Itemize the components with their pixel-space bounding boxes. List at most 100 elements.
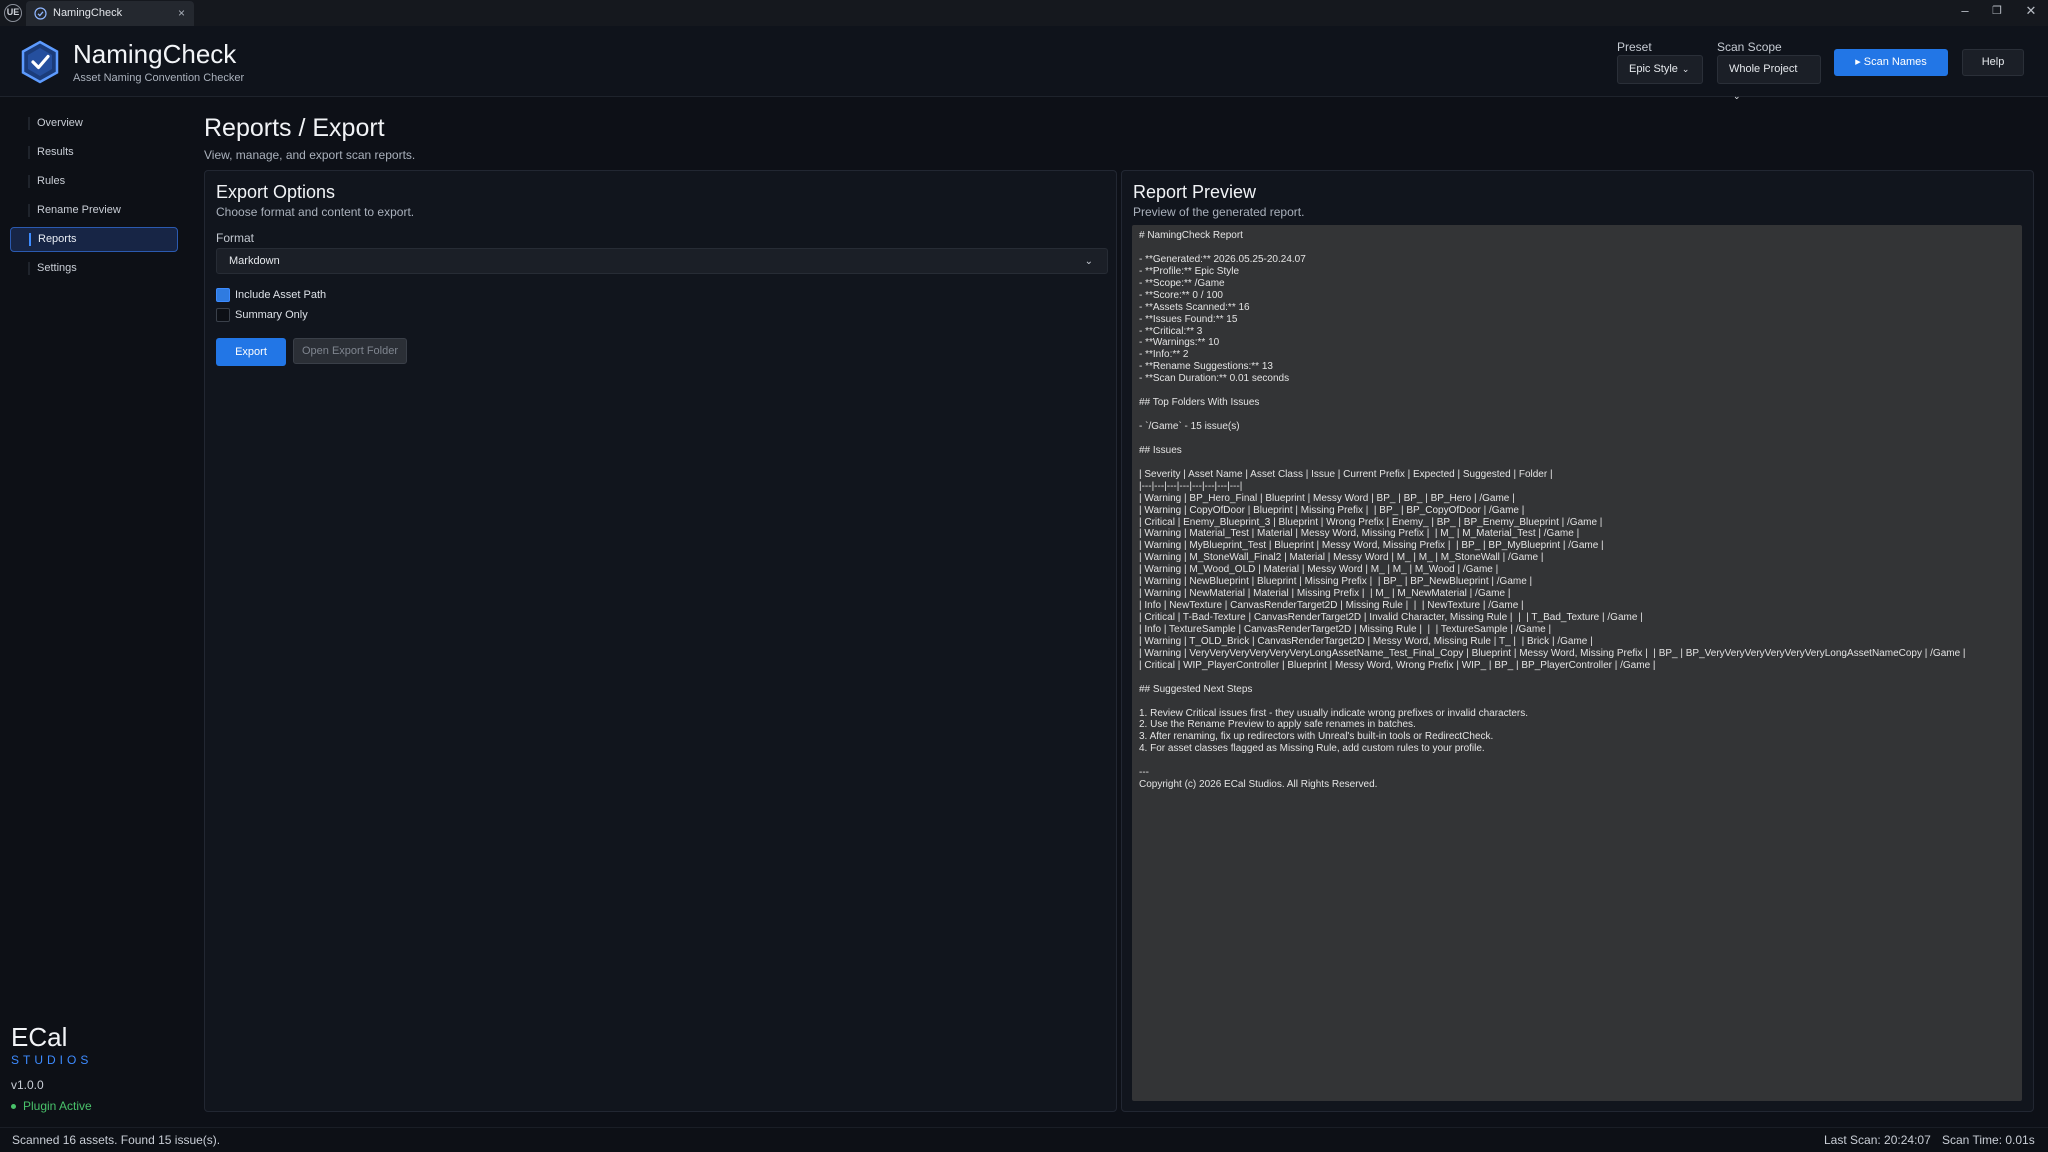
export-options-title: Export Options	[216, 182, 336, 202]
include-asset-path-label: Include Asset Path	[235, 289, 327, 301]
report-line: # NamingCheck Report	[1139, 230, 1243, 241]
page-title: Reports / Export	[204, 114, 385, 142]
report-line: - **Rename Suggestions:** 13	[1139, 361, 1273, 373]
report-line: | Warning | M_StoneWall_Final2 | Materia…	[1139, 552, 1544, 564]
report-line	[1139, 385, 2015, 397]
report-line: - **Issues Found:** 15	[1139, 313, 1238, 325]
scan-scope-value: Whole Project	[1729, 63, 1798, 75]
chevron-down-icon: ⌄	[1733, 91, 1741, 101]
report-line: | Warning | MyBlueprint_Test | Blueprint…	[1139, 540, 1604, 552]
scan-names-button[interactable]: ▸ Scan Names	[1834, 49, 1948, 76]
page-subtitle: View, manage, and export scan reports.	[204, 148, 416, 162]
report-line: | Warning | BP_Hero_Final | Blueprint | …	[1139, 492, 1515, 504]
sidebar-item-overview[interactable]: Overview	[10, 111, 178, 136]
report-line: | Info | NewTexture | CanvasRenderTarget…	[1139, 600, 1524, 612]
report-line: | Critical | WIP_PlayerController | Blue…	[1139, 659, 1656, 671]
report-line: 2. Use the Rename Preview to apply safe …	[1139, 719, 1416, 731]
app-header: NamingCheck Asset Naming Convention Chec…	[0, 26, 2048, 101]
report-line: - **Scope:** /Game	[1139, 277, 1225, 289]
report-line	[1139, 433, 2015, 445]
plugin-version: v1.0.0	[11, 1078, 44, 1092]
brand-name: ECal	[11, 1022, 68, 1052]
format-value: Markdown	[229, 255, 280, 267]
report-line: | Info | TextureSample | CanvasRenderTar…	[1139, 623, 1552, 635]
report-line: ---	[1139, 767, 1149, 779]
report-line	[1139, 696, 2015, 708]
preset-dropdown[interactable]: Epic Style ⌄	[1617, 55, 1703, 84]
report-line: - **Critical:** 3	[1139, 325, 1203, 337]
report-line: - **Assets Scanned:** 16	[1139, 301, 1250, 313]
format-select[interactable]: Markdown ⌄	[216, 248, 1108, 274]
report-line: | Severity | Asset Name | Asset Class | …	[1139, 468, 1553, 480]
open-export-folder-button[interactable]: Open Export Folder	[293, 338, 407, 364]
plugin-status: Plugin Active	[11, 1099, 92, 1113]
report-line: | Warning | NewMaterial | Material | Mis…	[1139, 588, 1511, 600]
report-preview-panel: Report Preview Preview of the generated …	[1121, 170, 2034, 1112]
plugin-status-label: Plugin Active	[23, 1099, 92, 1113]
tab-namingcheck[interactable]: NamingCheck ×	[26, 1, 194, 26]
report-line: | Warning | NewBlueprint | Blueprint | M…	[1139, 576, 1533, 588]
report-line: | Critical | Enemy_Blueprint_3 | Bluepri…	[1139, 516, 1603, 528]
report-preview-title: Report Preview	[1133, 182, 1257, 202]
report-line: | Warning | Material_Test | Material | M…	[1139, 528, 1580, 540]
tab-close-icon[interactable]: ×	[178, 6, 185, 20]
sidebar-item-settings[interactable]: Settings	[10, 256, 178, 281]
checkbox-unchecked-icon	[216, 308, 230, 322]
status-dot-icon	[11, 1104, 16, 1110]
export-options-subtitle: Choose format and content to export.	[216, 205, 415, 219]
report-line: |---|---|---|---|---|---|---|---|	[1139, 480, 1243, 492]
chevron-down-icon: ⌄	[1681, 64, 1690, 74]
help-button[interactable]: Help	[1962, 49, 2024, 76]
namingcheck-logo-icon	[21, 40, 59, 84]
status-message: Scanned 16 assets. Found 15 issue(s).	[12, 1133, 221, 1147]
report-line: | Warning | M_Wood_OLD | Material | Mess…	[1139, 564, 1499, 576]
sidebar-item-rules[interactable]: Rules	[10, 169, 178, 194]
report-line: ## Top Folders With Issues	[1139, 397, 1260, 409]
minimize-icon[interactable]: –	[1955, 3, 1975, 18]
app-title: NamingCheck	[73, 39, 237, 69]
report-preview-subtitle: Preview of the generated report.	[1133, 205, 1305, 219]
scan-scope-label: Scan Scope	[1717, 40, 1782, 54]
report-line: | Warning | VeryVeryVeryVeryVeryVeryLong…	[1139, 647, 1966, 659]
report-line: Copyright (c) 2026 ECal Studios. All Rig…	[1139, 779, 1378, 791]
last-scan-time: Last Scan: 20:24:07	[1824, 1133, 1931, 1147]
unreal-logo-icon: UE	[4, 4, 22, 22]
report-line: - **Warnings:** 10	[1139, 337, 1220, 349]
report-line: - `/Game` - 15 issue(s)	[1139, 421, 1240, 432]
window-titlebar: UE NamingCheck × – ❐ ✕	[0, 0, 2048, 26]
checkbox-checked-icon	[216, 288, 230, 302]
sidebar-item-rename-preview[interactable]: Rename Preview	[10, 198, 178, 223]
summary-only-checkbox[interactable]: Summary Only	[216, 308, 308, 322]
report-line: | Critical | T-Bad-Texture | CanvasRende…	[1139, 612, 1643, 623]
report-line: 3. After renaming, fix up redirectors wi…	[1139, 731, 1494, 743]
export-options-panel: Export Options Choose format and content…	[204, 170, 1117, 1112]
report-line: - **Generated:** 2026.05.25-20.24.07	[1139, 253, 1306, 265]
summary-only-label: Summary Only	[235, 309, 308, 321]
close-window-icon[interactable]: ✕	[2021, 3, 2041, 19]
report-preview-text[interactable]: # NamingCheck Report - **Generated:** 202…	[1132, 225, 2022, 1101]
chevron-down-icon: ⌄	[1084, 256, 1093, 267]
brand-studios: STUDIOS	[11, 1053, 93, 1067]
report-line: 4. For asset classes flagged as Missing …	[1139, 743, 1485, 755]
report-line: - **Score:** 0 / 100	[1139, 289, 1223, 301]
report-line	[1139, 457, 2015, 469]
app-subtitle: Asset Naming Convention Checker	[73, 72, 245, 84]
preset-value: Epic Style	[1629, 63, 1678, 75]
report-line: | Warning | T_OLD_Brick | CanvasRenderTa…	[1139, 635, 1593, 647]
format-label: Format	[216, 231, 255, 245]
preset-label: Preset	[1617, 40, 1652, 54]
sidebar: Overview Results Rules Rename Preview Re…	[0, 97, 190, 1127]
report-line: - **Info:** 2	[1139, 349, 1189, 361]
scan-duration: Scan Time: 0.01s	[1942, 1133, 2035, 1147]
report-line: ## Suggested Next Steps	[1139, 683, 1253, 695]
scan-scope-dropdown[interactable]: Whole Project ⌄	[1717, 55, 1821, 101]
sidebar-item-reports[interactable]: Reports	[10, 227, 178, 252]
restore-icon[interactable]: ❐	[1987, 4, 2007, 17]
report-line	[1139, 242, 2015, 254]
sidebar-item-results[interactable]: Results	[10, 140, 178, 165]
include-asset-path-checkbox[interactable]: Include Asset Path	[216, 288, 326, 302]
export-button[interactable]: Export	[216, 338, 286, 366]
report-line	[1139, 755, 2015, 767]
report-line: 1. Review Critical issues first - they u…	[1139, 707, 1529, 719]
report-line	[1139, 672, 2015, 684]
